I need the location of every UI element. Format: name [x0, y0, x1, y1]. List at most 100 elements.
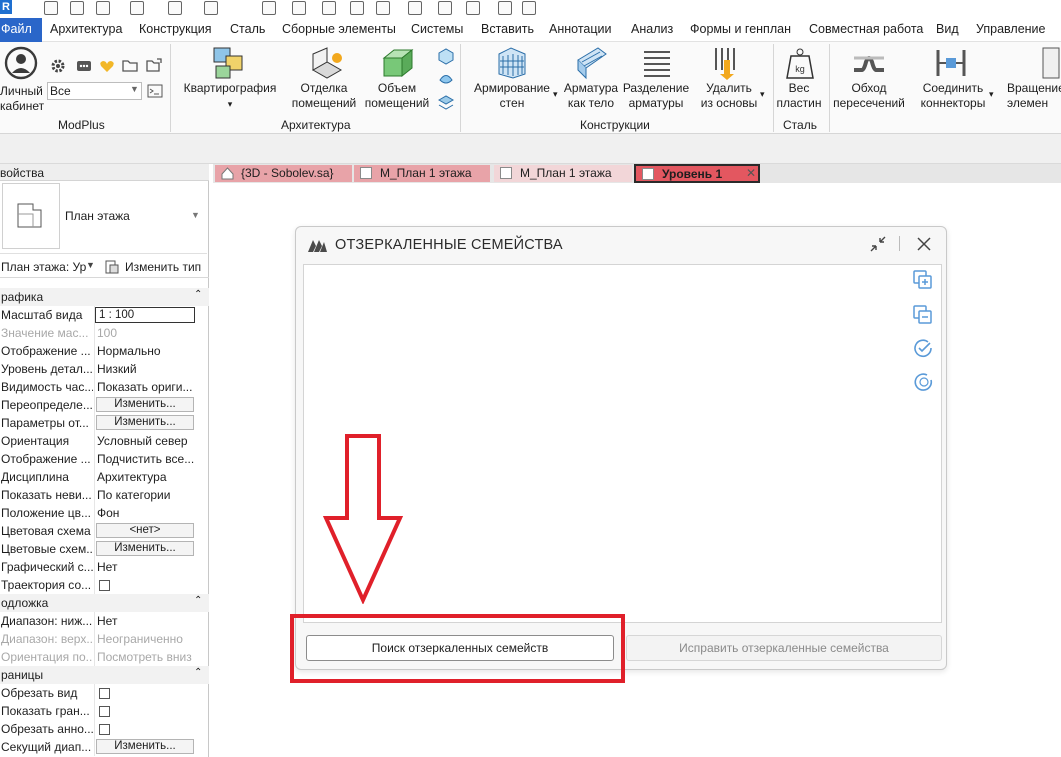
room-volume-icon[interactable] [380, 46, 414, 80]
collapse-chevron-icon[interactable]: ⌃ [194, 595, 202, 606]
remove-from-host-label[interactable]: Удалить из основы [696, 81, 762, 111]
open-icon[interactable] [44, 1, 58, 15]
shape-icon[interactable] [437, 70, 455, 88]
cube-icon[interactable] [437, 47, 455, 65]
property-checkbox[interactable] [99, 706, 110, 717]
room-volume-label[interactable]: Объем помещений [360, 81, 434, 111]
property-value[interactable]: Показать ориги... [97, 380, 205, 394]
property-value[interactable]: Архитектура [97, 470, 205, 484]
remove-from-selection-icon[interactable] [912, 304, 934, 326]
property-edit-button[interactable]: Изменить... [96, 415, 194, 430]
section-icon[interactable] [408, 1, 422, 15]
property-value[interactable]: Подчистить все... [97, 452, 205, 466]
tag-icon[interactable] [322, 1, 336, 15]
rebar-split-icon[interactable] [640, 46, 674, 80]
bypass-intersections-icon[interactable] [852, 46, 886, 80]
type-filter-select[interactable]: План этажа: Ур [1, 260, 86, 274]
property-value-input[interactable]: 1 : 100 [95, 307, 195, 323]
property-category[interactable]: одложка ⌃ [0, 594, 209, 612]
print-icon[interactable] [204, 1, 218, 15]
tab-insert[interactable]: Вставить [481, 22, 534, 36]
apartment-layout-icon[interactable] [212, 46, 246, 80]
undo-icon[interactable] [130, 1, 144, 15]
view-tab-floor-plan-2[interactable]: М_План 1 этажа [494, 165, 632, 182]
measure-icon[interactable] [262, 1, 276, 15]
qat-dropdown-icon[interactable] [522, 1, 536, 15]
clear-selection-icon[interactable] [912, 371, 934, 393]
rebar-split-label[interactable]: Разделение арматуры [622, 81, 690, 111]
rebar-as-solid-icon[interactable] [574, 46, 608, 80]
property-value[interactable]: Нормально [97, 344, 205, 358]
tab-steel[interactable]: Сталь [230, 22, 265, 36]
sync-icon[interactable] [96, 1, 110, 15]
switch-windows-icon[interactable] [498, 1, 512, 15]
property-checkbox[interactable] [99, 724, 110, 735]
edit-type-button[interactable]: Изменить тип [125, 260, 201, 274]
file-menu-button[interactable]: Файл [0, 18, 42, 42]
room-finishing-icon[interactable] [309, 46, 345, 80]
wall-reinforcement-label[interactable]: Армирование стен [470, 81, 554, 111]
settings-gear-icon[interactable] [50, 58, 66, 74]
redo-icon[interactable] [168, 1, 182, 15]
3d-view-icon[interactable] [376, 1, 390, 15]
add-to-selection-icon[interactable] [912, 269, 934, 291]
tab-structure[interactable]: Конструкция [139, 22, 212, 36]
chevron-down-icon[interactable]: ▼ [191, 210, 200, 220]
view-tab-3d[interactable]: {3D - Sobolev.sa} [215, 165, 352, 182]
tab-precast[interactable]: Сборные элементы [282, 22, 396, 36]
rotate-element-label[interactable]: Вращение элемен [1007, 81, 1061, 111]
tab-analyze[interactable]: Анализ [631, 22, 673, 36]
chevron-down-icon[interactable]: ▾ [553, 89, 558, 100]
plate-weight-label[interactable]: Вес пластин [776, 81, 822, 111]
apartment-layout-button[interactable]: Квартирография ▾ [182, 81, 278, 112]
close-icon[interactable] [915, 235, 933, 253]
property-checkbox[interactable] [99, 688, 110, 699]
export-folder-icon[interactable] [146, 57, 162, 73]
chevron-down-icon[interactable]: ▾ [760, 89, 765, 100]
connect-connectors-icon[interactable] [934, 46, 968, 80]
collapse-icon[interactable] [868, 234, 888, 254]
property-checkbox[interactable] [99, 580, 110, 591]
bypass-intersections-label[interactable]: Обход пересечений [830, 81, 908, 111]
dimension-icon[interactable] [292, 1, 306, 15]
tab-manage[interactable]: Управление [976, 22, 1046, 36]
view-tab-level-1[interactable]: Уровень 1 ✕ [634, 164, 760, 183]
personal-cabinet-label[interactable]: Личный кабинет [0, 84, 44, 114]
connect-connectors-label[interactable]: Соединить коннекторы [916, 81, 990, 111]
tab-systems[interactable]: Системы [411, 22, 463, 36]
collapse-chevron-icon[interactable]: ⌃ [194, 289, 202, 300]
layers-icon[interactable] [437, 94, 455, 112]
user-account-icon[interactable] [4, 46, 38, 80]
property-edit-button[interactable]: Изменить... [96, 541, 194, 556]
tab-collaborate[interactable]: Совместная работа [809, 22, 923, 36]
save-icon[interactable] [70, 1, 84, 15]
folder-icon[interactable] [122, 57, 138, 73]
property-value[interactable]: Нет [97, 614, 205, 628]
text-icon[interactable] [350, 1, 364, 15]
rebar-as-solid-label[interactable]: Арматура как тело [562, 81, 620, 111]
tab-massing-site[interactable]: Формы и генплан [690, 22, 791, 36]
property-edit-button[interactable]: Изменить... [96, 397, 194, 412]
functions-icon[interactable] [76, 58, 92, 74]
property-edit-button[interactable]: Изменить... [96, 739, 194, 754]
revit-logo-icon[interactable]: R [0, 0, 12, 14]
rotate-element-icon[interactable] [1040, 46, 1061, 80]
property-value[interactable]: Фон [97, 506, 205, 520]
fix-mirrored-families-button[interactable]: Исправить отзеркаленные семейства [626, 635, 942, 661]
view-tab-floor-plan-1[interactable]: М_План 1 этажа [354, 165, 490, 182]
tab-annotate[interactable]: Аннотации [549, 22, 611, 36]
select-all-icon[interactable] [912, 337, 934, 359]
property-category[interactable]: раницы ⌃ [0, 666, 209, 684]
modplus-filter-select[interactable]: Все ▼ [47, 82, 142, 100]
type-selector[interactable]: План этажа ▼ [0, 182, 207, 254]
close-tab-icon[interactable]: ✕ [746, 166, 756, 180]
property-value[interactable]: Условный север [97, 434, 205, 448]
edit-type-icon[interactable] [104, 259, 120, 275]
property-edit-button[interactable]: <нет> [96, 523, 194, 538]
wall-reinforcement-icon[interactable] [495, 46, 529, 80]
property-value[interactable]: По категории [97, 488, 205, 502]
thin-lines-icon[interactable] [466, 1, 480, 15]
close-hidden-icon[interactable] [438, 1, 452, 15]
console-icon[interactable] [147, 84, 163, 98]
tab-view[interactable]: Вид [936, 22, 959, 36]
